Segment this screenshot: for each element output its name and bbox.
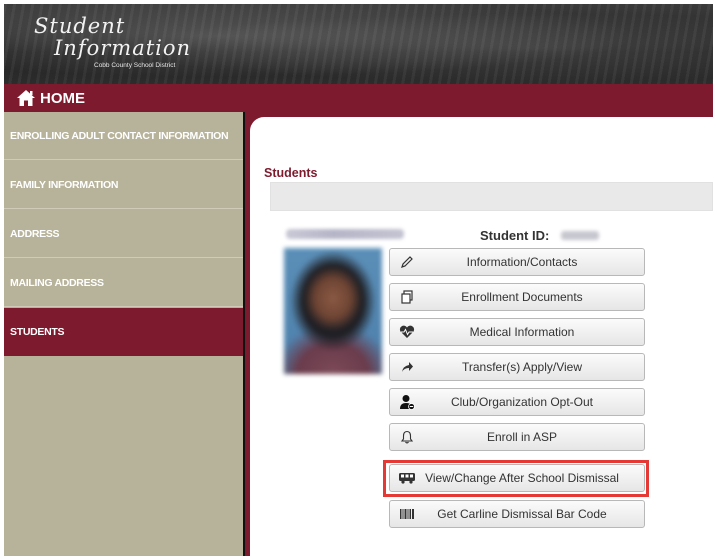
sidebar-item-enrolling-adult-contact[interactable]: ENROLLING ADULT CONTACT INFORMATION — [4, 112, 243, 160]
student-name-redacted — [286, 229, 404, 239]
arrow-right-icon — [396, 356, 418, 378]
sidebar-item-students[interactable]: STUDENTS — [4, 308, 243, 356]
button-label: Transfer(s) Apply/View — [461, 360, 583, 374]
sidebar-item-mailing-address[interactable]: MAILING ADDRESS — [4, 259, 243, 307]
section-title: Students — [264, 166, 318, 180]
brand-line2: Information — [54, 36, 192, 60]
sidebar: ENROLLING ADULT CONTACT INFORMATION FAMI… — [4, 112, 243, 556]
sidebar-item-label: MAILING ADDRESS — [10, 276, 104, 289]
button-label: Medical Information — [469, 325, 575, 339]
sidebar-item-family-information[interactable]: FAMILY INFORMATION — [4, 161, 243, 209]
sidebar-item-label: STUDENTS — [10, 325, 65, 338]
main-panel: Students Student ID: Information/Contact… — [245, 112, 713, 556]
brand-logo: Student Information Cobb County School D… — [14, 10, 199, 76]
enroll-in-asp-button[interactable]: Enroll in ASP — [389, 423, 645, 451]
highlight-box — [383, 460, 649, 497]
sidebar-item-label: ADDRESS — [10, 227, 60, 240]
button-label: Get Carline Dismissal Bar Code — [437, 507, 607, 521]
district-name: Cobb County School District — [94, 62, 176, 69]
medical-information-button[interactable]: Medical Information — [389, 318, 645, 346]
section-header-bar — [270, 182, 713, 211]
button-label: Enroll in ASP — [486, 430, 558, 444]
get-carline-dismissal-bar-code-button[interactable]: Get Carline Dismissal Bar Code — [389, 500, 645, 528]
button-label: Enrollment Documents — [461, 290, 583, 304]
sidebar-item-address[interactable]: ADDRESS — [4, 210, 243, 258]
user-minus-icon — [396, 391, 418, 413]
transfer-apply-view-button[interactable]: Transfer(s) Apply/View — [389, 353, 645, 381]
sidebar-item-label: FAMILY INFORMATION — [10, 178, 119, 191]
pencil-icon — [396, 251, 418, 273]
button-label: Club/Organization Opt-Out — [450, 395, 594, 409]
barcode-icon — [396, 503, 418, 525]
student-id-redacted — [561, 231, 599, 240]
brand-line1: Student — [34, 14, 126, 38]
main-content: Students Student ID: Information/Contact… — [250, 117, 713, 556]
bell-icon — [396, 426, 418, 448]
home-icon — [17, 90, 35, 106]
student-id-label: Student ID: — [480, 228, 550, 243]
home-nav[interactable]: HOME — [4, 84, 713, 112]
documents-icon — [396, 286, 418, 308]
enrollment-documents-button[interactable]: Enrollment Documents — [389, 283, 645, 311]
information-contacts-button[interactable]: Information/Contacts — [389, 248, 645, 276]
home-label[interactable]: HOME — [40, 90, 85, 107]
app-frame: Student Information Cobb County School D… — [4, 4, 713, 556]
button-label: Information/Contacts — [466, 255, 578, 269]
sidebar-item-label: ENROLLING ADULT CONTACT INFORMATION — [10, 129, 229, 142]
student-photo — [284, 248, 382, 374]
club-organization-opt-out-button[interactable]: Club/Organization Opt-Out — [389, 388, 645, 416]
heart-pulse-icon — [396, 321, 418, 343]
header-banner: Student Information Cobb County School D… — [4, 4, 713, 84]
